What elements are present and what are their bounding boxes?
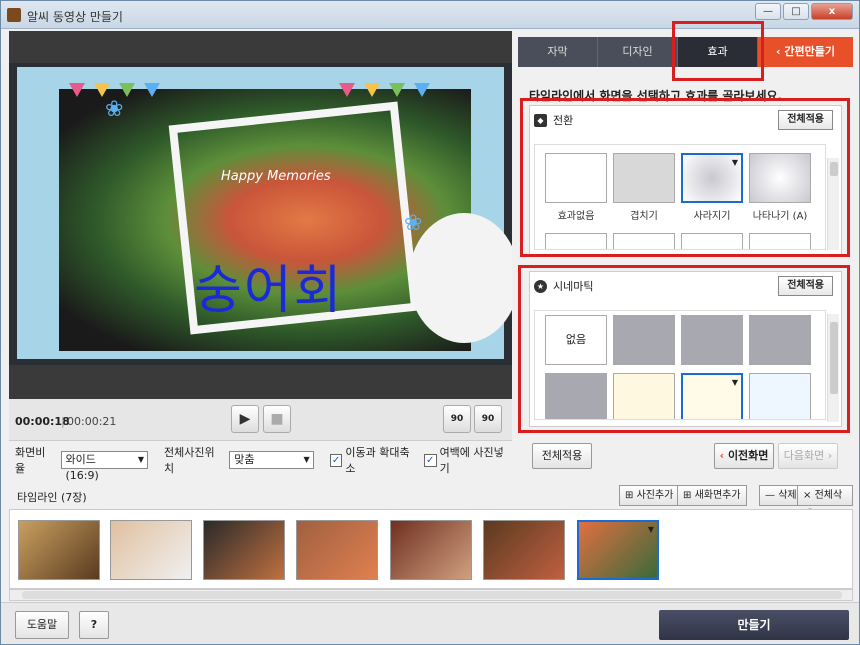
timeline-frame[interactable]	[483, 520, 565, 580]
next-screen-label: 다음화면	[783, 449, 825, 462]
flower-decoration: ❀	[404, 211, 423, 236]
playback-controls: 00:00:18 | 00:00:21 ▶ ■ 90 90	[9, 399, 512, 441]
move-zoom-checkbox[interactable]: ✓ 이동과 확대축소	[329, 444, 418, 476]
highlight-box	[672, 21, 764, 81]
flower-decoration: ❀	[105, 97, 124, 122]
tab-caption[interactable]: 자막	[518, 37, 598, 67]
timeline-frame[interactable]	[390, 520, 472, 580]
preview-photo-bowl	[409, 213, 512, 343]
maximize-button[interactable]: □	[783, 3, 809, 20]
prev-screen-button[interactable]: ‹ 이전화면	[714, 443, 774, 469]
timeline-header: 타임라인 (7장) ⊞ 사진추가 ⊞ 새화면추가 — 삭제 × 전체삭제	[9, 483, 853, 520]
margin-fill-checkbox[interactable]: ✓ 여백에 사진넣기	[423, 444, 512, 476]
highlight-box	[520, 98, 850, 257]
chevron-left-icon: ‹	[719, 449, 728, 462]
video-preview: ❀ ❀ Happy Memories 숭어회	[9, 63, 512, 365]
app-icon	[7, 8, 21, 22]
play-button[interactable]: ▶	[231, 405, 259, 433]
add-photo-button[interactable]: ⊞ 사진추가	[619, 485, 680, 506]
preview-bottom-bar	[9, 365, 512, 399]
rotate-right-button[interactable]: 90	[474, 405, 502, 433]
minus-icon: —	[765, 490, 779, 501]
chevron-right-icon: ›	[824, 449, 833, 462]
timeline-strip	[9, 509, 853, 589]
move-zoom-label: 이동과 확대축소	[345, 446, 410, 475]
window-title: 알씨 동영상 만들기	[27, 10, 123, 24]
pennant-decoration	[69, 83, 85, 97]
checkbox-icon[interactable]: ✓	[329, 453, 343, 467]
aspect-ratio-select[interactable]: 와이드 (16:9)	[60, 451, 149, 482]
delete-all-button[interactable]: × 전체삭제	[797, 485, 853, 520]
timeline-frame-selected[interactable]	[577, 520, 659, 580]
pennant-decoration	[414, 83, 430, 97]
minimize-button[interactable]: —	[755, 3, 781, 20]
next-screen-button[interactable]: 다음화면 ›	[778, 443, 838, 469]
margin-fill-label: 여백에 사진넣기	[439, 446, 504, 475]
timeline-title: 타임라인 (7장)	[17, 491, 87, 504]
pennant-decoration	[364, 83, 380, 97]
tab-design[interactable]: 디자인	[598, 37, 678, 67]
preview-decor-text: Happy Memories	[221, 169, 331, 184]
timeline-frame[interactable]	[296, 520, 378, 580]
pennant-decoration	[119, 83, 135, 97]
pennant-decoration	[389, 83, 405, 97]
close-icon: ×	[803, 490, 815, 501]
apply-all-button[interactable]: 전체적용	[532, 443, 592, 469]
quick-make-label: 간편만들기	[784, 45, 835, 58]
stop-button[interactable]: ■	[263, 405, 291, 433]
options-bar: 화면비율 와이드 (16:9) 전체사진위치 맞춤 ✓ 이동과 확대축소 ✓ 여…	[9, 442, 512, 482]
rotate-left-button[interactable]: 90	[443, 405, 471, 433]
add-photo-label: 사진추가	[636, 490, 674, 501]
new-screen-icon: ⊞	[683, 490, 695, 501]
pennant-decoration	[144, 83, 160, 97]
help-button[interactable]: 도움말	[15, 611, 69, 639]
timeline-frame[interactable]	[18, 520, 100, 580]
timeline-frame[interactable]	[110, 520, 192, 580]
bottom-bar: 도움말 ? 만들기	[1, 602, 859, 644]
delete-label: 삭제	[778, 490, 797, 501]
close-button[interactable]: x	[811, 3, 853, 20]
timeline-frame[interactable]	[203, 520, 285, 580]
photo-position-label: 전체사진위치	[164, 446, 215, 475]
scrollbar-thumb[interactable]	[22, 591, 842, 599]
new-screen-label: 새화면추가	[694, 490, 741, 501]
prev-screen-label: 이전화면	[727, 449, 769, 462]
time-separator: |	[61, 415, 65, 428]
pennant-decoration	[339, 83, 355, 97]
preview-top-bar	[9, 31, 512, 63]
timeline-scrollbar[interactable]	[9, 589, 853, 601]
highlight-box	[518, 265, 850, 433]
checkbox-icon[interactable]: ✓	[423, 453, 437, 467]
make-button[interactable]: 만들기	[659, 610, 849, 640]
main-window: 알씨 동영상 만들기 — □ x ❀ ❀ Happy Memories 숭어회 …	[0, 0, 860, 645]
pennant-decoration	[94, 83, 110, 97]
add-photo-icon: ⊞	[625, 490, 637, 501]
aspect-ratio-label: 화면비율	[15, 446, 46, 475]
total-time: 00:00:21	[67, 415, 117, 428]
quick-make-button[interactable]: ‹ 간편만들기	[758, 37, 853, 67]
preview-caption: 숭어회	[194, 261, 344, 321]
photo-position-select[interactable]: 맞춤	[229, 451, 314, 469]
question-button[interactable]: ?	[79, 611, 109, 639]
new-screen-button[interactable]: ⊞ 새화면추가	[677, 485, 747, 506]
